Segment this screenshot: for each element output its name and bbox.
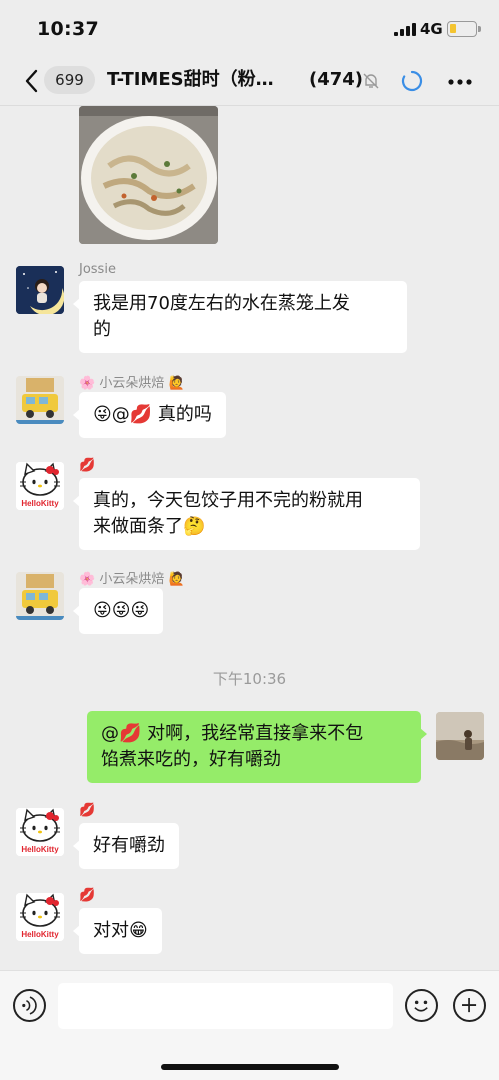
network-label: 4G bbox=[420, 20, 443, 38]
chat-header: 699 T-TIMES甜时（粉… (474) bbox=[0, 56, 499, 106]
back-arrow-icon[interactable] bbox=[22, 68, 42, 94]
sender-name: 💋 bbox=[79, 458, 96, 473]
message-text-line: 馅煮来吃的，好有嚼劲 bbox=[101, 749, 281, 770]
timestamp-divider: 下午10:36 bbox=[212, 670, 287, 688]
plus-icon[interactable] bbox=[453, 989, 486, 1022]
member-count: (474) bbox=[309, 69, 364, 90]
message-text-line: 我是用70度左右的水在蒸笼上发 bbox=[93, 293, 350, 314]
sender-name: 💋 bbox=[79, 803, 96, 818]
bakery-avatar-image bbox=[16, 572, 64, 620]
self-avatar[interactable] bbox=[436, 712, 484, 760]
message-input-bar bbox=[0, 970, 499, 1080]
message-input[interactable] bbox=[58, 983, 393, 1029]
hello-kitty-logo-text: HelloKitty bbox=[21, 845, 59, 854]
hello-kitty-avatar-image: HelloKitty bbox=[16, 808, 64, 856]
hello-kitty-logo-text: HelloKitty bbox=[21, 930, 59, 939]
sender-name: 💋 bbox=[79, 888, 96, 903]
food-photo-message[interactable] bbox=[79, 106, 218, 244]
battery-icon bbox=[447, 21, 481, 37]
message-bubble[interactable]: 我是用70度左右的水在蒸笼上发 的 bbox=[73, 281, 407, 353]
message-text-line: 真的，今天包饺子用不完的粉就用 bbox=[93, 490, 363, 511]
avatar[interactable] bbox=[16, 376, 64, 424]
avatar[interactable] bbox=[16, 572, 64, 620]
avatar[interactable]: HelloKitty bbox=[16, 808, 64, 856]
noodle-bowl-photo bbox=[79, 106, 218, 244]
message-text-line: 的 bbox=[93, 319, 111, 340]
sender-name: 🌸 小云朵烘焙 🙋 bbox=[79, 376, 185, 391]
sender-name: Jossie bbox=[79, 262, 116, 277]
home-indicator bbox=[161, 1064, 339, 1070]
status-bar: 10:37 4G bbox=[0, 0, 499, 56]
hello-kitty-avatar-image: HelloKitty bbox=[16, 893, 64, 941]
message-bubble[interactable]: 真的，今天包饺子用不完的粉就用 来做面条了🤔 bbox=[73, 478, 420, 550]
bakery-avatar-image bbox=[16, 376, 64, 424]
hello-kitty-logo-text: HelloKitty bbox=[21, 499, 59, 508]
message-text-line: 来做面条了🤔 bbox=[93, 516, 206, 537]
emoji-icon[interactable] bbox=[405, 989, 438, 1022]
chat-title: T-TIMES甜时（粉… bbox=[107, 69, 274, 90]
message-bubble[interactable]: 😜😜😜 bbox=[72, 588, 164, 634]
status-time: 10:37 bbox=[37, 18, 99, 40]
message-bubble[interactable]: 😜@💋 真的吗 bbox=[73, 392, 226, 438]
hello-kitty-avatar-image: HelloKitty bbox=[16, 462, 64, 510]
avatar[interactable] bbox=[16, 266, 64, 314]
message-bubble[interactable]: 对对😁 bbox=[73, 908, 162, 954]
voice-input-icon[interactable] bbox=[13, 989, 46, 1022]
mute-bell-icon bbox=[363, 73, 379, 89]
self-message-bubble[interactable]: @💋 对啊，我经常直接拿来不包 馅煮来吃的，好有嚼劲 bbox=[87, 711, 427, 783]
signal-icon bbox=[394, 22, 416, 36]
message-bubble[interactable]: 好有嚼劲 bbox=[73, 823, 179, 869]
loading-ring-icon bbox=[401, 70, 423, 92]
avatar[interactable]: HelloKitty bbox=[16, 893, 64, 941]
moon-girl-avatar-image bbox=[16, 266, 64, 314]
sender-name: 🌸 小云朵烘焙 🙋 bbox=[79, 572, 185, 587]
more-options-icon[interactable] bbox=[448, 79, 472, 85]
unread-count-badge[interactable]: 699 bbox=[44, 66, 95, 94]
message-text-line: @💋 对啊，我经常直接拿来不包 bbox=[101, 723, 364, 744]
avatar[interactable]: HelloKitty bbox=[16, 462, 64, 510]
landscape-avatar-image bbox=[436, 712, 484, 760]
